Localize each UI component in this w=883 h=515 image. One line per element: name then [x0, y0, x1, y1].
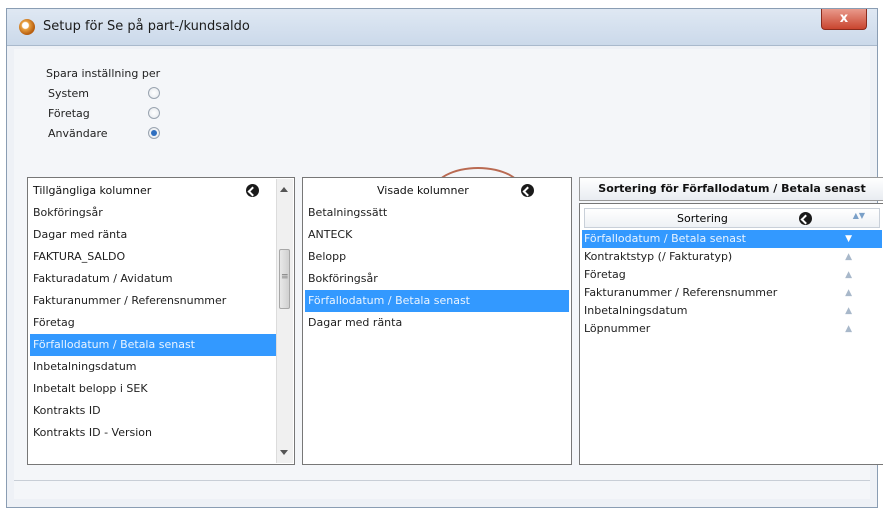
available-column-item[interactable]: Bokföringsår: [30, 202, 276, 224]
shown-columns-header: Visade kolumner: [305, 180, 569, 200]
available-columns-rows: Bokföringsår Dagar med ränta FAKTURA_SALDO…: [30, 202, 276, 444]
radio-system-row[interactable]: System: [48, 85, 188, 103]
sorting-list[interactable]: Sortering ▲▼ Förfallodatum / Betala sena…: [579, 203, 883, 465]
sort-direction-icon[interactable]: ▲▼: [853, 211, 865, 220]
shown-column-item[interactable]: Bokföringsår: [305, 268, 569, 290]
available-column-item[interactable]: FAKTURA_SALDO: [30, 246, 276, 268]
radio-system[interactable]: [148, 87, 160, 99]
close-button[interactable]: x: [821, 9, 867, 30]
shown-column-item[interactable]: Förfallodatum / Betala senast: [305, 290, 569, 312]
app-icon: [19, 19, 35, 35]
available-column-item[interactable]: Företag: [30, 312, 276, 334]
available-column-item[interactable]: Kontrakts ID: [30, 400, 276, 422]
scroll-thumb[interactable]: [279, 249, 290, 309]
available-columns-list[interactable]: Tillgängliga kolumner Bokföringsår Dagar …: [27, 177, 295, 465]
sorting-item[interactable]: Förfallodatum / Betala senast ▼: [582, 230, 882, 248]
sorting-item-label: Löpnummer: [584, 322, 651, 335]
shown-column-item[interactable]: Betalningssätt: [305, 202, 569, 224]
setup-dialog: Setup för Se på part-/kundsaldo x Spara …: [6, 8, 883, 508]
shown-column-item[interactable]: ANTECK: [305, 224, 569, 246]
window-title: Setup för Se på part-/kundsaldo: [43, 19, 250, 34]
radio-user[interactable]: [148, 127, 160, 139]
dialog-body: Spara inställning per System Företag Anv…: [14, 49, 883, 499]
sort-order-icon[interactable]: ▼: [845, 230, 852, 248]
shown-columns-rows: Betalningssätt ANTECK Belopp Bokföringsår Fö…: [305, 202, 569, 334]
available-column-item[interactable]: Fakturadatum / Avidatum: [30, 268, 276, 290]
sorting-header-label: Sortering: [677, 212, 728, 225]
sort-order-icon[interactable]: ▲: [845, 320, 852, 338]
divider: [14, 480, 870, 481]
sorting-rows: Förfallodatum / Betala senast ▼ Kontraktst…: [582, 230, 882, 338]
sorting-item-label: Kontraktstyp (/ Fakturatyp): [584, 250, 733, 263]
radio-user-label: Användare: [48, 127, 108, 140]
scroll-up-icon[interactable]: [280, 187, 288, 192]
add-column-icon[interactable]: [246, 184, 259, 197]
shown-column-item[interactable]: Belopp: [305, 246, 569, 268]
sort-order-icon[interactable]: ▲: [845, 266, 852, 284]
sorting-header: Sortering ▲▼: [584, 208, 880, 228]
sorting-item[interactable]: Fakturanummer / Referensnummer ▲: [582, 284, 882, 302]
sorting-item-label: Inbetalningsdatum: [584, 304, 688, 317]
radio-company[interactable]: [148, 107, 160, 119]
save-setting-label: Spara inställning per: [46, 67, 161, 80]
available-column-item[interactable]: Dagar med ränta: [30, 224, 276, 246]
sort-order-icon[interactable]: ▲: [845, 248, 852, 266]
sorting-item[interactable]: Kontraktstyp (/ Fakturatyp) ▲: [582, 248, 882, 266]
sort-order-icon[interactable]: ▲: [845, 302, 852, 320]
title-bar: Setup för Se på part-/kundsaldo x: [7, 9, 877, 46]
sort-action-icon[interactable]: [799, 212, 812, 225]
available-column-item[interactable]: Inbetalt belopp i SEK: [30, 378, 276, 400]
radio-user-row[interactable]: Användare: [48, 125, 188, 143]
radio-company-row[interactable]: Företag: [48, 105, 188, 123]
move-column-icon[interactable]: [521, 184, 534, 197]
available-columns-header: Tillgängliga kolumner: [30, 180, 276, 200]
available-column-item[interactable]: Fakturanummer / Referensnummer: [30, 290, 276, 312]
save-setting-group: Spara inställning per System Företag Anv…: [42, 63, 200, 169]
shown-columns-list[interactable]: Visade kolumner Betalningssätt ANTECK Belo…: [302, 177, 572, 465]
radio-company-label: Företag: [48, 107, 90, 120]
available-column-item[interactable]: Kontrakts ID - Version: [30, 422, 276, 444]
available-columns-title: Tillgängliga kolumner: [33, 184, 152, 197]
sort-order-icon[interactable]: ▲: [845, 284, 852, 302]
sorting-title: Sortering för Förfallodatum / Betala sen…: [579, 177, 883, 201]
available-column-item[interactable]: Inbetalningsdatum: [30, 356, 276, 378]
scroll-down-icon[interactable]: [280, 450, 288, 455]
sorting-item[interactable]: Löpnummer ▲: [582, 320, 882, 338]
sorting-item[interactable]: Företag ▲: [582, 266, 882, 284]
sorting-item-label: Fakturanummer / Referensnummer: [584, 286, 778, 299]
radio-system-label: System: [48, 87, 90, 100]
available-columns-scrollbar[interactable]: [276, 179, 293, 463]
available-column-item[interactable]: Förfallodatum / Betala senast: [30, 334, 276, 356]
sorting-item-label: Företag: [584, 268, 626, 281]
shown-column-item[interactable]: Dagar med ränta: [305, 312, 569, 334]
shown-columns-title: Visade kolumner: [377, 184, 469, 197]
sorting-item-label: Förfallodatum / Betala senast: [584, 232, 746, 245]
sorting-item[interactable]: Inbetalningsdatum ▲: [582, 302, 882, 320]
